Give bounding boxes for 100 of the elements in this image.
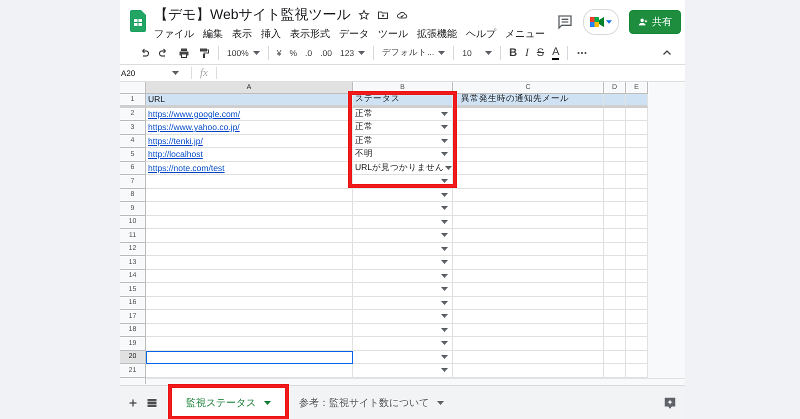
table-cell[interactable] xyxy=(626,310,648,324)
table-cell[interactable] xyxy=(453,283,604,296)
table-cell[interactable] xyxy=(604,134,626,148)
document-title[interactable]: 【デモ】Webサイト監視ツール xyxy=(154,6,351,24)
table-cell[interactable] xyxy=(626,350,648,364)
table-cell[interactable] xyxy=(626,283,648,296)
table-cell[interactable] xyxy=(353,256,453,270)
table-cell[interactable]: 正常 xyxy=(353,108,453,121)
number-format-dropdown[interactable]: 123 xyxy=(340,48,366,58)
table-cell[interactable] xyxy=(604,310,626,324)
increase-decimals-button[interactable]: .00 xyxy=(320,48,332,58)
table-cell[interactable] xyxy=(453,175,604,188)
table-cell[interactable] xyxy=(453,324,604,337)
table-cell[interactable] xyxy=(626,175,648,188)
table-cell[interactable]: 正常 xyxy=(353,134,453,148)
table-cell[interactable] xyxy=(626,162,648,175)
comment-icon[interactable] xyxy=(557,14,573,30)
table-cell[interactable] xyxy=(626,324,648,337)
table-cell[interactable] xyxy=(353,242,453,256)
table-cell[interactable] xyxy=(453,310,604,324)
table-cell[interactable]: 正常 xyxy=(353,121,453,134)
table-cell[interactable] xyxy=(146,256,353,270)
table-cell[interactable] xyxy=(604,296,626,310)
dropdown-caret-icon[interactable] xyxy=(445,166,452,170)
table-cell[interactable] xyxy=(453,229,604,242)
table-cell[interactable] xyxy=(626,108,648,121)
table-cell[interactable]: 不明 xyxy=(353,148,453,162)
menu-item[interactable]: 挿入 xyxy=(261,27,281,41)
table-cell[interactable] xyxy=(604,121,626,134)
table-cell[interactable] xyxy=(453,364,604,378)
table-cell[interactable] xyxy=(146,283,353,296)
table-cell[interactable] xyxy=(604,175,626,188)
table-cell[interactable] xyxy=(453,270,604,283)
table-cell[interactable] xyxy=(353,188,453,202)
table-cell[interactable] xyxy=(626,364,648,378)
dropdown-caret-icon[interactable] xyxy=(441,125,448,130)
dropdown-caret-icon[interactable] xyxy=(441,287,448,292)
dropdown-caret-icon[interactable] xyxy=(441,138,448,143)
table-cell[interactable] xyxy=(353,310,453,324)
text-color-button[interactable]: A xyxy=(552,46,560,60)
dropdown-caret-icon[interactable] xyxy=(441,260,448,264)
menu-item[interactable]: 編集 xyxy=(203,27,223,41)
table-cell[interactable] xyxy=(604,188,626,202)
table-cell[interactable] xyxy=(604,162,626,175)
table-cell[interactable] xyxy=(626,270,648,283)
table-cell[interactable] xyxy=(353,337,453,350)
table-cell[interactable] xyxy=(146,337,353,350)
table-cell[interactable] xyxy=(626,229,648,242)
dropdown-caret-icon[interactable] xyxy=(441,300,448,305)
table-cell[interactable] xyxy=(353,283,453,296)
table-cell[interactable] xyxy=(353,364,453,378)
table-cell[interactable] xyxy=(453,216,604,229)
explore-icon[interactable] xyxy=(663,396,677,410)
table-cell[interactable] xyxy=(604,94,626,108)
dropdown-caret-icon[interactable] xyxy=(441,246,448,251)
table-cell[interactable] xyxy=(146,202,353,216)
menu-item[interactable]: 拡張機能 xyxy=(417,27,457,41)
menu-item[interactable]: 表示形式 xyxy=(290,27,330,41)
sheet-list-icon[interactable] xyxy=(146,396,158,408)
table-cell[interactable] xyxy=(626,121,648,134)
table-cell[interactable] xyxy=(353,324,453,337)
table-cell[interactable] xyxy=(604,256,626,270)
table-cell[interactable] xyxy=(604,216,626,229)
strikethrough-button[interactable]: S xyxy=(536,47,544,59)
table-cell[interactable]: https://www.yahoo.co.jp/ xyxy=(146,121,353,134)
table-cell[interactable]: https://www.google.com/ xyxy=(146,108,353,121)
table-cell[interactable] xyxy=(604,229,626,242)
table-cell[interactable] xyxy=(453,296,604,310)
table-cell[interactable] xyxy=(626,202,648,216)
table-cell[interactable] xyxy=(453,202,604,216)
italic-button[interactable]: I xyxy=(525,47,529,59)
star-icon[interactable] xyxy=(358,9,370,21)
menu-item[interactable]: データ xyxy=(339,27,369,41)
table-cell[interactable]: https://note.com/test xyxy=(146,162,353,175)
table-cell[interactable] xyxy=(146,324,353,337)
sheet-tab[interactable]: 参考：監視サイト数について xyxy=(285,386,458,419)
menu-item[interactable]: 表示 xyxy=(232,27,252,41)
decrease-decimals-button[interactable]: .0 xyxy=(305,48,312,58)
table-cell[interactable] xyxy=(353,229,453,242)
table-cell[interactable] xyxy=(453,242,604,256)
share-button[interactable]: 共有 xyxy=(629,10,681,34)
table-cell[interactable]: URLが見つかりません xyxy=(353,162,453,175)
table-cell[interactable] xyxy=(604,270,626,283)
menu-item[interactable]: ファイル xyxy=(154,27,194,41)
dropdown-caret-icon[interactable] xyxy=(441,192,448,197)
table-cell[interactable]: ステータス xyxy=(353,94,453,108)
dropdown-caret-icon[interactable] xyxy=(441,220,448,224)
table-cell[interactable] xyxy=(604,148,626,162)
paint-roller-icon[interactable] xyxy=(198,47,210,59)
url-link[interactable]: https://tenki.jp/ xyxy=(148,136,203,146)
dropdown-caret-icon[interactable] xyxy=(441,179,448,184)
dropdown-caret-icon[interactable] xyxy=(441,274,448,278)
table-cell[interactable] xyxy=(146,242,353,256)
url-link[interactable]: http://localhost xyxy=(148,149,203,160)
table-cell[interactable] xyxy=(626,216,648,229)
cloud-icon[interactable] xyxy=(396,9,408,21)
dropdown-caret-icon[interactable] xyxy=(441,152,448,156)
table-cell[interactable] xyxy=(626,256,648,270)
table-cell[interactable] xyxy=(353,296,453,310)
name-box[interactable]: A20 xyxy=(120,68,183,78)
